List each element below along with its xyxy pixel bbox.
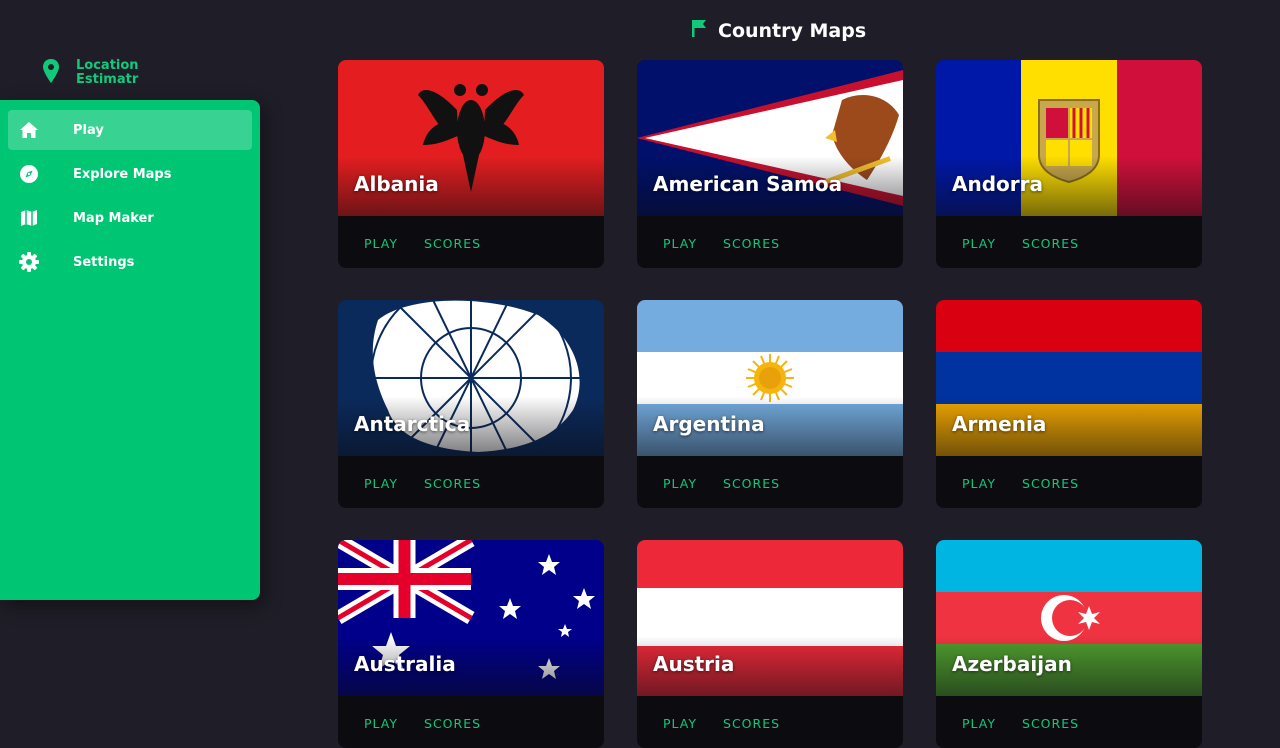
- card-actions: PLAY SCORES: [962, 716, 1079, 731]
- play-button[interactable]: PLAY: [364, 476, 398, 491]
- scores-button[interactable]: SCORES: [723, 236, 780, 251]
- scores-button[interactable]: SCORES: [1022, 236, 1079, 251]
- country-card[interactable]: Armenia PLAY SCORES: [936, 300, 1202, 508]
- page-title: Country Maps: [718, 19, 867, 42]
- country-card[interactable]: Antarctica PLAY SCORES: [338, 300, 604, 508]
- card-actions: PLAY SCORES: [962, 476, 1079, 491]
- sidebar-item-label: Map Maker: [73, 210, 154, 226]
- scores-button[interactable]: SCORES: [723, 716, 780, 731]
- play-button[interactable]: PLAY: [663, 476, 697, 491]
- card-actions: PLAY SCORES: [962, 236, 1079, 251]
- sidebar-item-label: Settings: [73, 254, 135, 270]
- compass-icon: [18, 163, 40, 185]
- country-name: Albania: [354, 172, 439, 196]
- home-icon: [18, 119, 40, 141]
- card-actions: PLAY SCORES: [364, 716, 481, 731]
- page-header: Country Maps: [690, 18, 866, 43]
- scores-button[interactable]: SCORES: [424, 236, 481, 251]
- sidebar-item-settings[interactable]: Settings: [8, 242, 252, 282]
- country-card[interactable]: Azerbaijan PLAY SCORES: [936, 540, 1202, 748]
- play-button[interactable]: PLAY: [364, 236, 398, 251]
- country-name: Austria: [653, 652, 735, 676]
- scores-button[interactable]: SCORES: [424, 716, 481, 731]
- country-card[interactable]: Argentina PLAY SCORES: [637, 300, 903, 508]
- country-card[interactable]: American Samoa PLAY SCORES: [637, 60, 903, 268]
- sidebar-item-map-maker[interactable]: Map Maker: [8, 198, 252, 238]
- country-card[interactable]: Australia PLAY SCORES: [338, 540, 604, 748]
- country-name: Argentina: [653, 412, 765, 436]
- sidebar-item-play[interactable]: Play: [8, 110, 252, 150]
- sidebar-item-label: Explore Maps: [73, 166, 172, 182]
- play-button[interactable]: PLAY: [962, 716, 996, 731]
- country-card[interactable]: Albania PLAY SCORES: [338, 60, 604, 268]
- country-name: Antarctica: [354, 412, 471, 436]
- country-name: Azerbaijan: [952, 652, 1072, 676]
- country-card[interactable]: Andorra PLAY SCORES: [936, 60, 1202, 268]
- scores-button[interactable]: SCORES: [1022, 476, 1079, 491]
- play-button[interactable]: PLAY: [663, 716, 697, 731]
- sidebar-item-explore-maps[interactable]: Explore Maps: [8, 154, 252, 194]
- sidebar: Play Explore Maps Map Maker Settings: [0, 100, 260, 600]
- play-button[interactable]: PLAY: [663, 236, 697, 251]
- country-name: American Samoa: [653, 172, 843, 196]
- scores-button[interactable]: SCORES: [1022, 716, 1079, 731]
- country-name: Australia: [354, 652, 456, 676]
- card-actions: PLAY SCORES: [364, 476, 481, 491]
- country-name: Armenia: [952, 412, 1047, 436]
- scores-button[interactable]: SCORES: [723, 476, 780, 491]
- sidebar-item-label: Play: [73, 122, 104, 138]
- card-actions: PLAY SCORES: [364, 236, 481, 251]
- card-actions: PLAY SCORES: [663, 476, 780, 491]
- gear-icon: [18, 251, 40, 273]
- card-actions: PLAY SCORES: [663, 716, 780, 731]
- country-name: Andorra: [952, 172, 1043, 196]
- app-name: Location Estimatr: [76, 58, 139, 87]
- play-button[interactable]: PLAY: [962, 236, 996, 251]
- map-icon: [18, 207, 40, 229]
- app-logo[interactable]: Location Estimatr: [40, 58, 156, 88]
- country-card[interactable]: Austria PLAY SCORES: [637, 540, 903, 748]
- location-pin-icon: [40, 58, 62, 88]
- play-button[interactable]: PLAY: [962, 476, 996, 491]
- play-button[interactable]: PLAY: [364, 716, 398, 731]
- flag-icon: [690, 18, 708, 43]
- scores-button[interactable]: SCORES: [424, 476, 481, 491]
- card-actions: PLAY SCORES: [663, 236, 780, 251]
